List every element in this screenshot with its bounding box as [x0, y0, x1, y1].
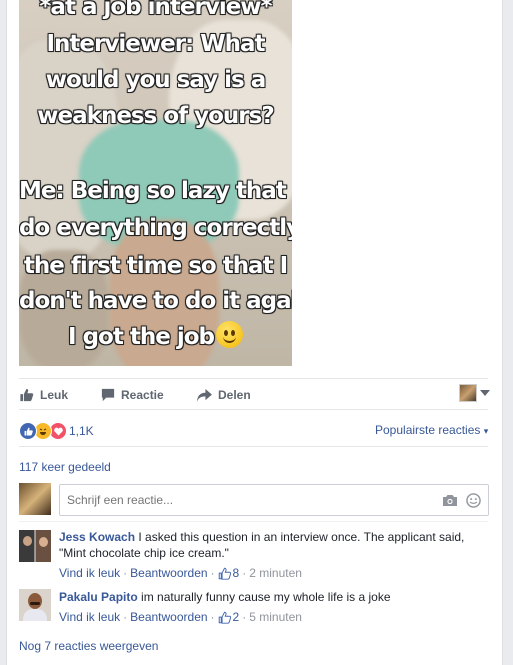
caption-line: do everything correctly — [19, 215, 292, 241]
comment-body: Pakalu Papito im naturally funny cause m… — [59, 589, 479, 605]
like-icon — [20, 388, 34, 402]
comment-input-field[interactable] — [65, 492, 429, 508]
comment-input[interactable] — [59, 484, 489, 516]
chevron-down-icon: ▾ — [483, 426, 489, 436]
post-card: *at a job interview* Interviewer: What w… — [6, 0, 503, 665]
commenter-avatar[interactable] — [19, 530, 51, 562]
divider — [19, 521, 488, 522]
caption-line: I got the job — [68, 324, 215, 350]
comment-like-link[interactable]: Vind ik leuk — [59, 566, 120, 580]
share-label: Delen — [218, 388, 251, 402]
thumbs-up-icon[interactable] — [218, 611, 231, 624]
caption-line: weakness of yours? — [37, 103, 274, 129]
separator: · — [123, 610, 128, 624]
caption-line: the first time so that I — [23, 253, 288, 279]
separator: · — [123, 566, 128, 580]
separator: · — [210, 610, 215, 624]
comment-timestamp[interactable]: 5 minuten — [249, 610, 302, 624]
post-as-selector[interactable] — [459, 384, 490, 402]
share-button[interactable]: Delen — [197, 387, 251, 403]
avatar — [459, 384, 477, 402]
emoji-icon[interactable] — [466, 493, 481, 508]
post-caption: *at a job interview* Interviewer: What w… — [19, 0, 292, 366]
comment-author[interactable]: Pakalu Papito — [59, 590, 138, 604]
share-icon — [197, 388, 212, 402]
divider — [19, 378, 488, 379]
smiley-emoji-icon — [215, 321, 243, 348]
shares-count[interactable]: 117 keer gedeeld — [19, 460, 111, 474]
comment-like-count[interactable]: 2 — [233, 610, 240, 624]
thumbs-up-icon[interactable] — [218, 567, 231, 580]
comment-reply-link[interactable]: Beantwoorden — [130, 610, 207, 624]
divider — [19, 446, 488, 447]
comment-icon — [101, 388, 115, 402]
comment-like-count[interactable]: 8 — [233, 566, 240, 580]
like-label: Leuk — [40, 388, 69, 402]
camera-icon[interactable] — [442, 494, 458, 507]
sort-label: Populairste reacties — [375, 423, 481, 437]
comment-like-link[interactable]: Vind ik leuk — [59, 610, 120, 624]
caption-line-last: I got the job — [19, 320, 292, 355]
separator: · — [210, 566, 215, 580]
caption-line: don't have to do it again. — [19, 288, 292, 314]
comment-actions: Vind ik leuk · Beantwoorden · 2 · 5 minu… — [59, 610, 305, 624]
comment-text: im naturally funny cause my whole life i… — [141, 590, 391, 604]
reaction-icons[interactable] — [19, 422, 67, 440]
view-more-comments-link[interactable]: Nog 7 reacties weergeven — [19, 639, 158, 653]
caption-line: Me: Being so lazy that I — [19, 178, 292, 204]
thumbs-up-icon — [19, 422, 37, 440]
current-user-avatar[interactable] — [19, 483, 51, 515]
comment-author[interactable]: Jess Kowach — [59, 530, 135, 544]
comment-button[interactable]: Reactie — [101, 387, 164, 403]
comment-timestamp[interactable]: 2 minuten — [249, 566, 302, 580]
caption-line: would you say is a — [45, 67, 267, 93]
divider — [19, 409, 488, 410]
most-relevant-dropdown[interactable]: Populairste reacties ▾ — [375, 423, 488, 437]
comment-label: Reactie — [121, 388, 164, 402]
like-button[interactable]: Leuk — [19, 387, 68, 403]
comment-body: Jess Kowach I asked this question in an … — [59, 529, 479, 561]
comment-actions: Vind ik leuk · Beantwoorden · 8 · 2 minu… — [59, 566, 305, 580]
separator: · — [242, 610, 247, 624]
caption-line: *at a job interview* — [39, 0, 272, 20]
post-image[interactable]: *at a job interview* Interviewer: What w… — [19, 0, 292, 366]
separator: · — [242, 566, 247, 580]
reaction-count[interactable]: 1,1K — [69, 424, 94, 438]
dropdown-icon — [480, 390, 490, 396]
caption-line: Interviewer: What — [46, 31, 266, 57]
commenter-avatar[interactable] — [19, 589, 51, 621]
comment-reply-link[interactable]: Beantwoorden — [130, 566, 207, 580]
